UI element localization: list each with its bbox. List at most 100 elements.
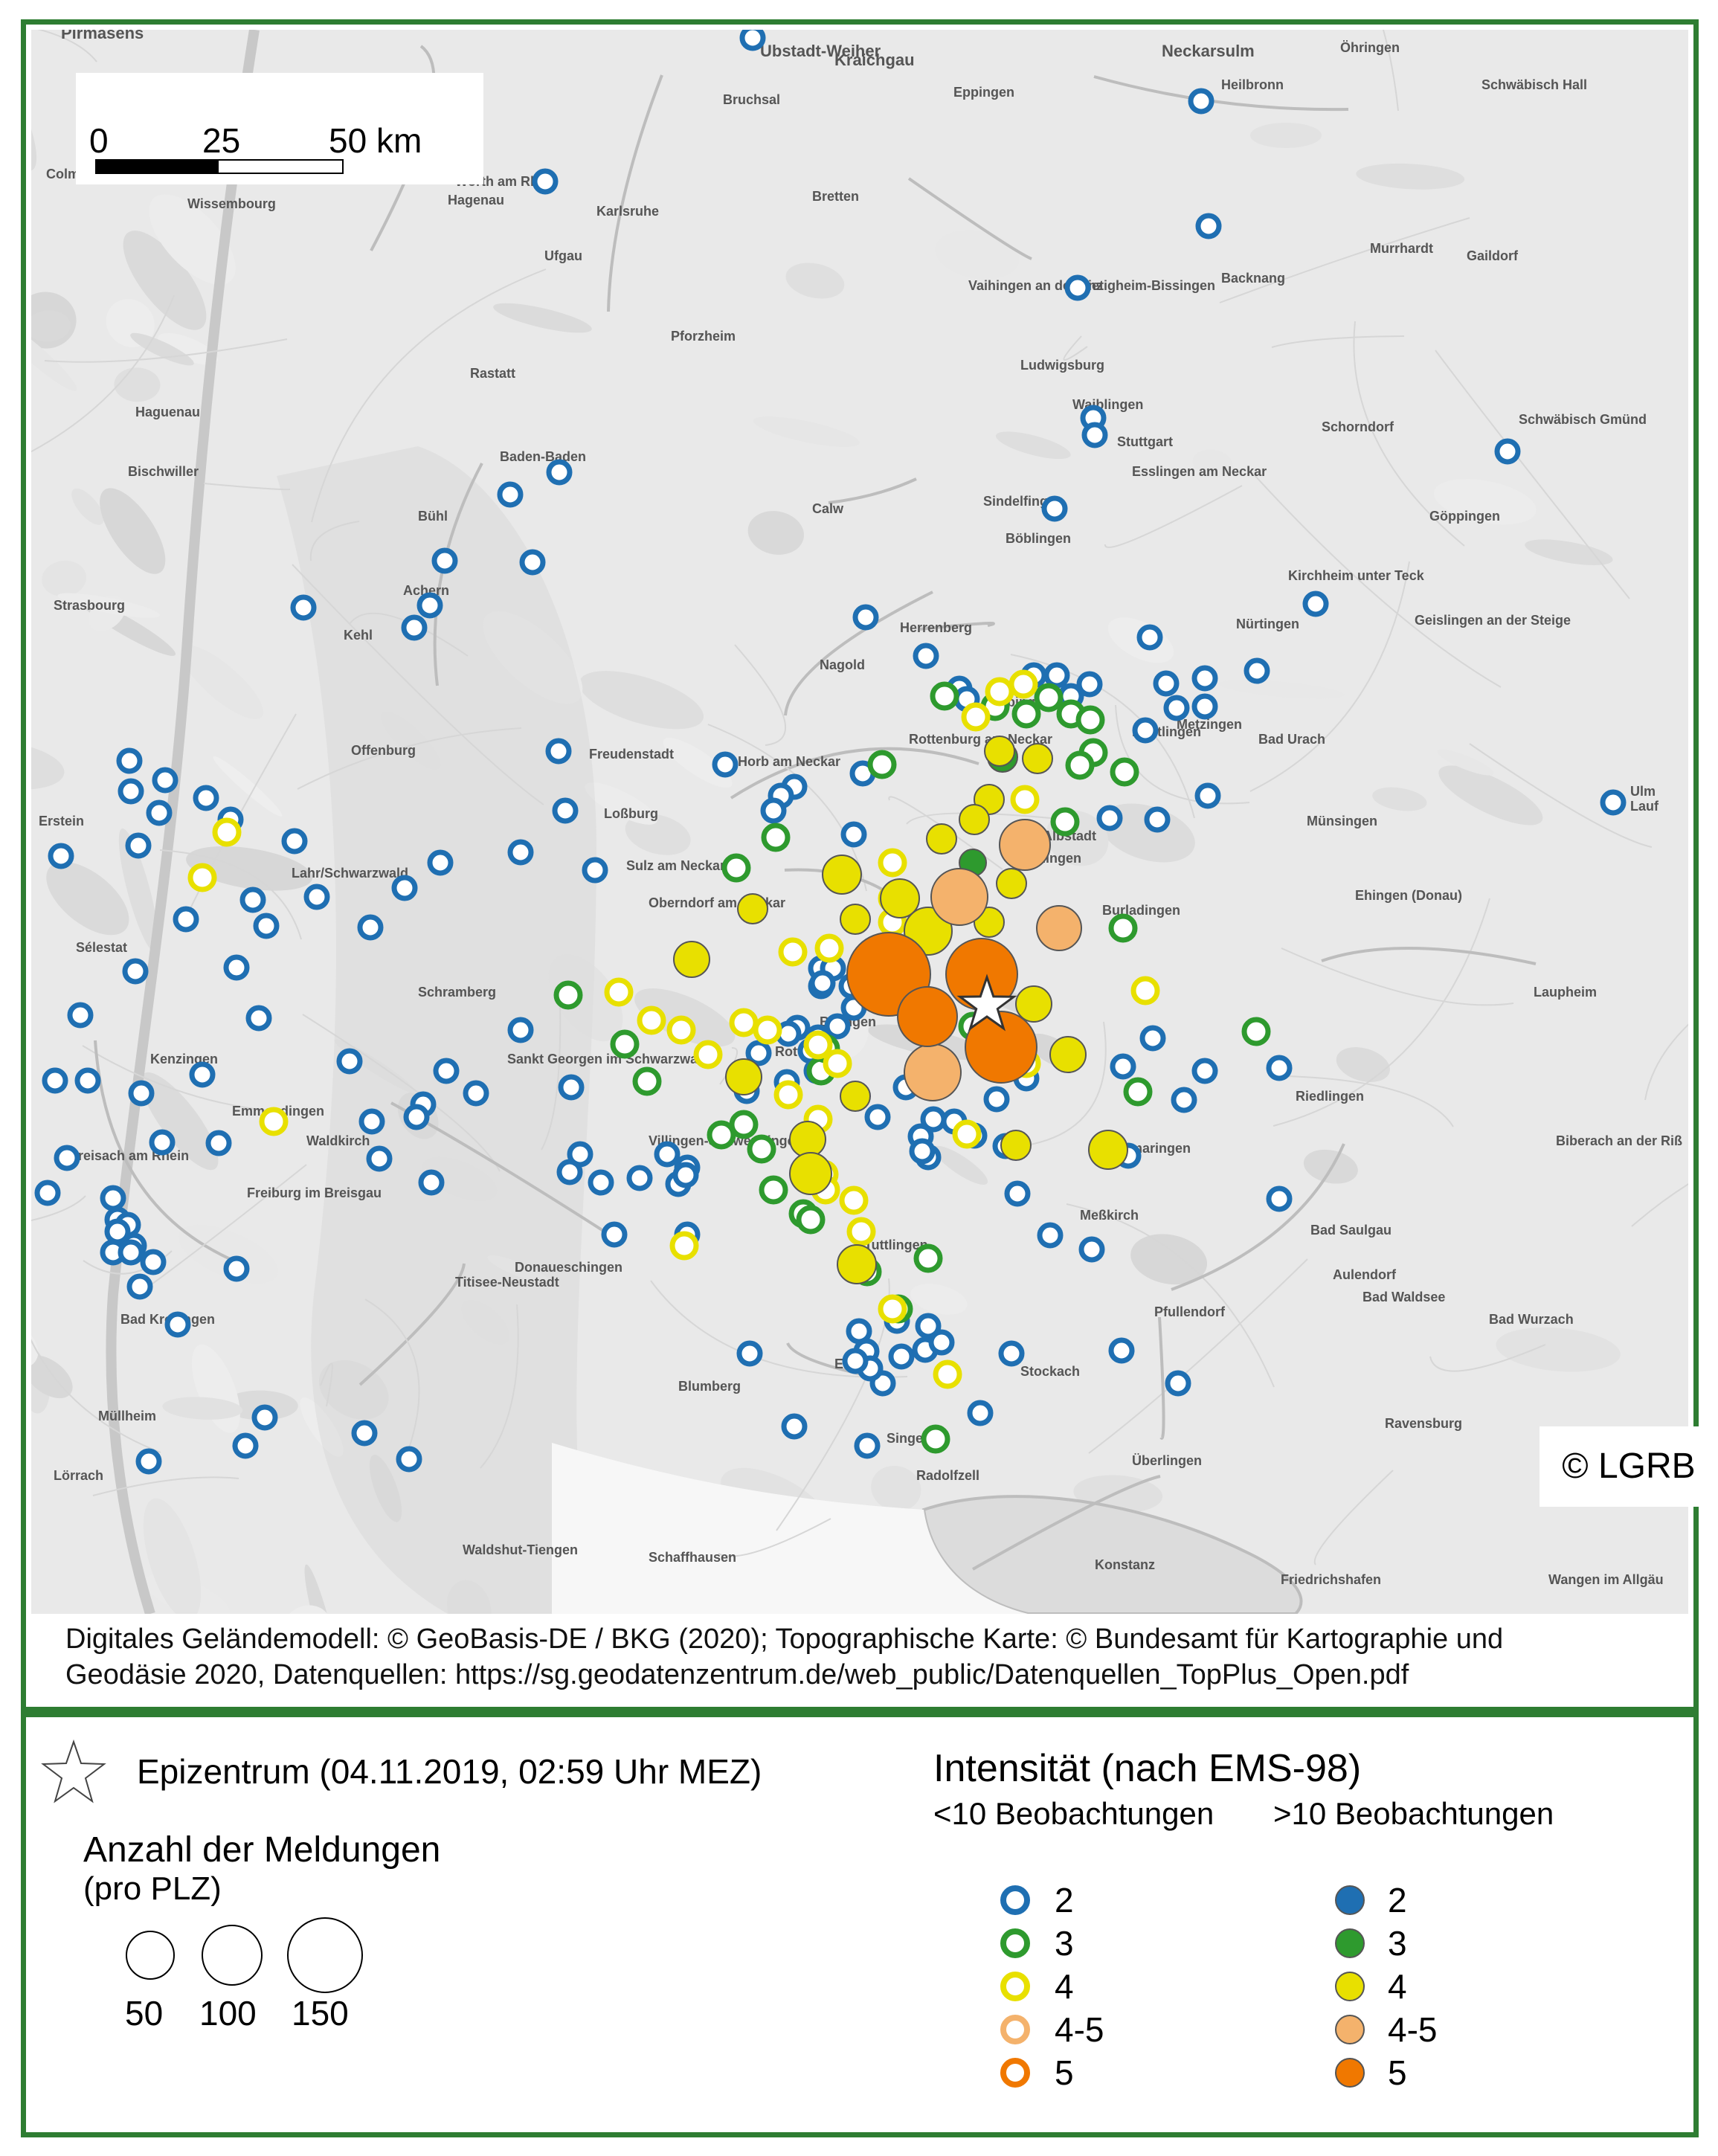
observation-point[interactable] — [846, 1217, 876, 1246]
observation-point[interactable] — [854, 1432, 881, 1459]
observation-point[interactable] — [814, 933, 844, 963]
observation-point[interactable] — [725, 1058, 762, 1095]
observation-point[interactable] — [431, 547, 458, 574]
observation-point[interactable] — [281, 828, 308, 855]
observation-point[interactable] — [759, 1175, 788, 1205]
observation-point[interactable] — [416, 592, 443, 619]
observation-point[interactable] — [205, 1130, 232, 1156]
observation-point[interactable] — [712, 751, 739, 778]
observation-point[interactable] — [126, 1273, 153, 1300]
observation-point[interactable] — [666, 1015, 696, 1045]
observation-point[interactable] — [1022, 743, 1053, 774]
observation-point[interactable] — [48, 843, 74, 869]
observation-point[interactable] — [1050, 807, 1080, 837]
observation-point[interactable] — [357, 914, 384, 941]
observation-point[interactable] — [54, 1145, 80, 1171]
observation-point[interactable] — [822, 855, 862, 895]
observation-point[interactable] — [507, 839, 534, 866]
observation-point[interactable] — [1041, 495, 1068, 522]
observation-point[interactable] — [418, 1169, 445, 1196]
observation-point[interactable] — [864, 1104, 891, 1130]
observation-point[interactable] — [693, 1040, 723, 1069]
observation-point[interactable] — [959, 804, 990, 835]
observation-point[interactable] — [1123, 1077, 1153, 1107]
observation-point[interactable] — [403, 1104, 430, 1130]
observation-point[interactable] — [753, 1015, 782, 1045]
observation-point[interactable] — [1036, 905, 1082, 951]
observation-point[interactable] — [840, 1081, 871, 1112]
observation-point[interactable] — [116, 747, 143, 774]
observation-point[interactable] — [983, 1086, 1010, 1113]
observation-point[interactable] — [1034, 683, 1064, 712]
observation-point[interactable] — [401, 614, 428, 641]
observation-point[interactable] — [1244, 657, 1270, 684]
observation-point[interactable] — [1191, 665, 1218, 692]
observation-point[interactable] — [118, 778, 144, 805]
observation-point[interactable] — [897, 986, 958, 1047]
observation-point[interactable] — [803, 1030, 833, 1060]
observation-point[interactable] — [952, 1119, 982, 1149]
observation-point[interactable] — [1191, 693, 1218, 720]
observation-point[interactable] — [669, 1231, 699, 1261]
observation-point[interactable] — [1136, 624, 1163, 651]
observation-point[interactable] — [878, 1294, 907, 1324]
observation-point[interactable] — [930, 681, 959, 711]
observation-point[interactable] — [904, 1043, 962, 1101]
observation-point[interactable] — [1163, 695, 1190, 721]
observation-point[interactable] — [189, 1061, 216, 1088]
observation-point[interactable] — [840, 821, 867, 848]
observation-point[interactable] — [1171, 1087, 1197, 1113]
observation-point[interactable] — [546, 459, 573, 486]
observation-point[interactable] — [100, 1185, 126, 1211]
observation-point[interactable] — [497, 481, 524, 508]
observation-point[interactable] — [967, 1400, 994, 1426]
observation-point[interactable] — [173, 906, 199, 933]
observation-point[interactable] — [507, 1017, 534, 1043]
observation-point[interactable] — [1088, 1130, 1128, 1170]
observation-point[interactable] — [223, 1255, 250, 1282]
observation-point[interactable] — [729, 1008, 759, 1037]
observation-point[interactable] — [1078, 1236, 1105, 1263]
observation-point[interactable] — [1194, 782, 1221, 809]
observation-point[interactable] — [74, 1067, 101, 1094]
observation-point[interactable] — [245, 1005, 272, 1032]
observation-point[interactable] — [1241, 1017, 1271, 1046]
observation-point[interactable] — [926, 823, 957, 855]
observation-point[interactable] — [118, 1239, 144, 1266]
observation-point[interactable] — [396, 1446, 422, 1473]
observation-point[interactable] — [739, 30, 766, 51]
observation-point[interactable] — [1108, 913, 1138, 943]
observation-point[interactable] — [809, 970, 836, 997]
observation-point[interactable] — [567, 1141, 593, 1168]
observation-point[interactable] — [747, 1134, 776, 1164]
observation-point[interactable] — [140, 1249, 167, 1275]
observation-point[interactable] — [1075, 705, 1105, 735]
observation-point[interactable] — [961, 702, 991, 732]
observation-point[interactable] — [610, 1029, 640, 1059]
observation-point[interactable] — [582, 857, 608, 884]
observation-point[interactable] — [187, 863, 217, 892]
observation-point[interactable] — [1266, 1055, 1293, 1081]
observation-point[interactable] — [721, 853, 751, 883]
observation-point[interactable] — [837, 1244, 877, 1284]
observation-point[interactable] — [259, 1107, 289, 1136]
observation-point[interactable] — [553, 980, 583, 1010]
observation-point[interactable] — [920, 1106, 947, 1133]
observation-point[interactable] — [1130, 976, 1160, 1005]
observation-point[interactable] — [880, 878, 920, 918]
observation-point[interactable] — [303, 884, 330, 910]
observation-point[interactable] — [1004, 1180, 1031, 1207]
observation-point[interactable] — [846, 1318, 872, 1345]
observation-point[interactable] — [1191, 1058, 1218, 1084]
observation-point[interactable] — [239, 886, 266, 913]
observation-point[interactable] — [1195, 213, 1222, 239]
observation-point[interactable] — [760, 797, 787, 824]
observation-point[interactable] — [796, 1205, 826, 1235]
observation-point[interactable] — [1064, 274, 1091, 301]
observation-point[interactable] — [552, 797, 579, 824]
observation-point[interactable] — [637, 1005, 666, 1035]
observation-point[interactable] — [867, 750, 897, 779]
observation-point[interactable] — [152, 767, 178, 794]
observation-point[interactable] — [604, 977, 634, 1007]
observation-point[interactable] — [366, 1145, 393, 1172]
